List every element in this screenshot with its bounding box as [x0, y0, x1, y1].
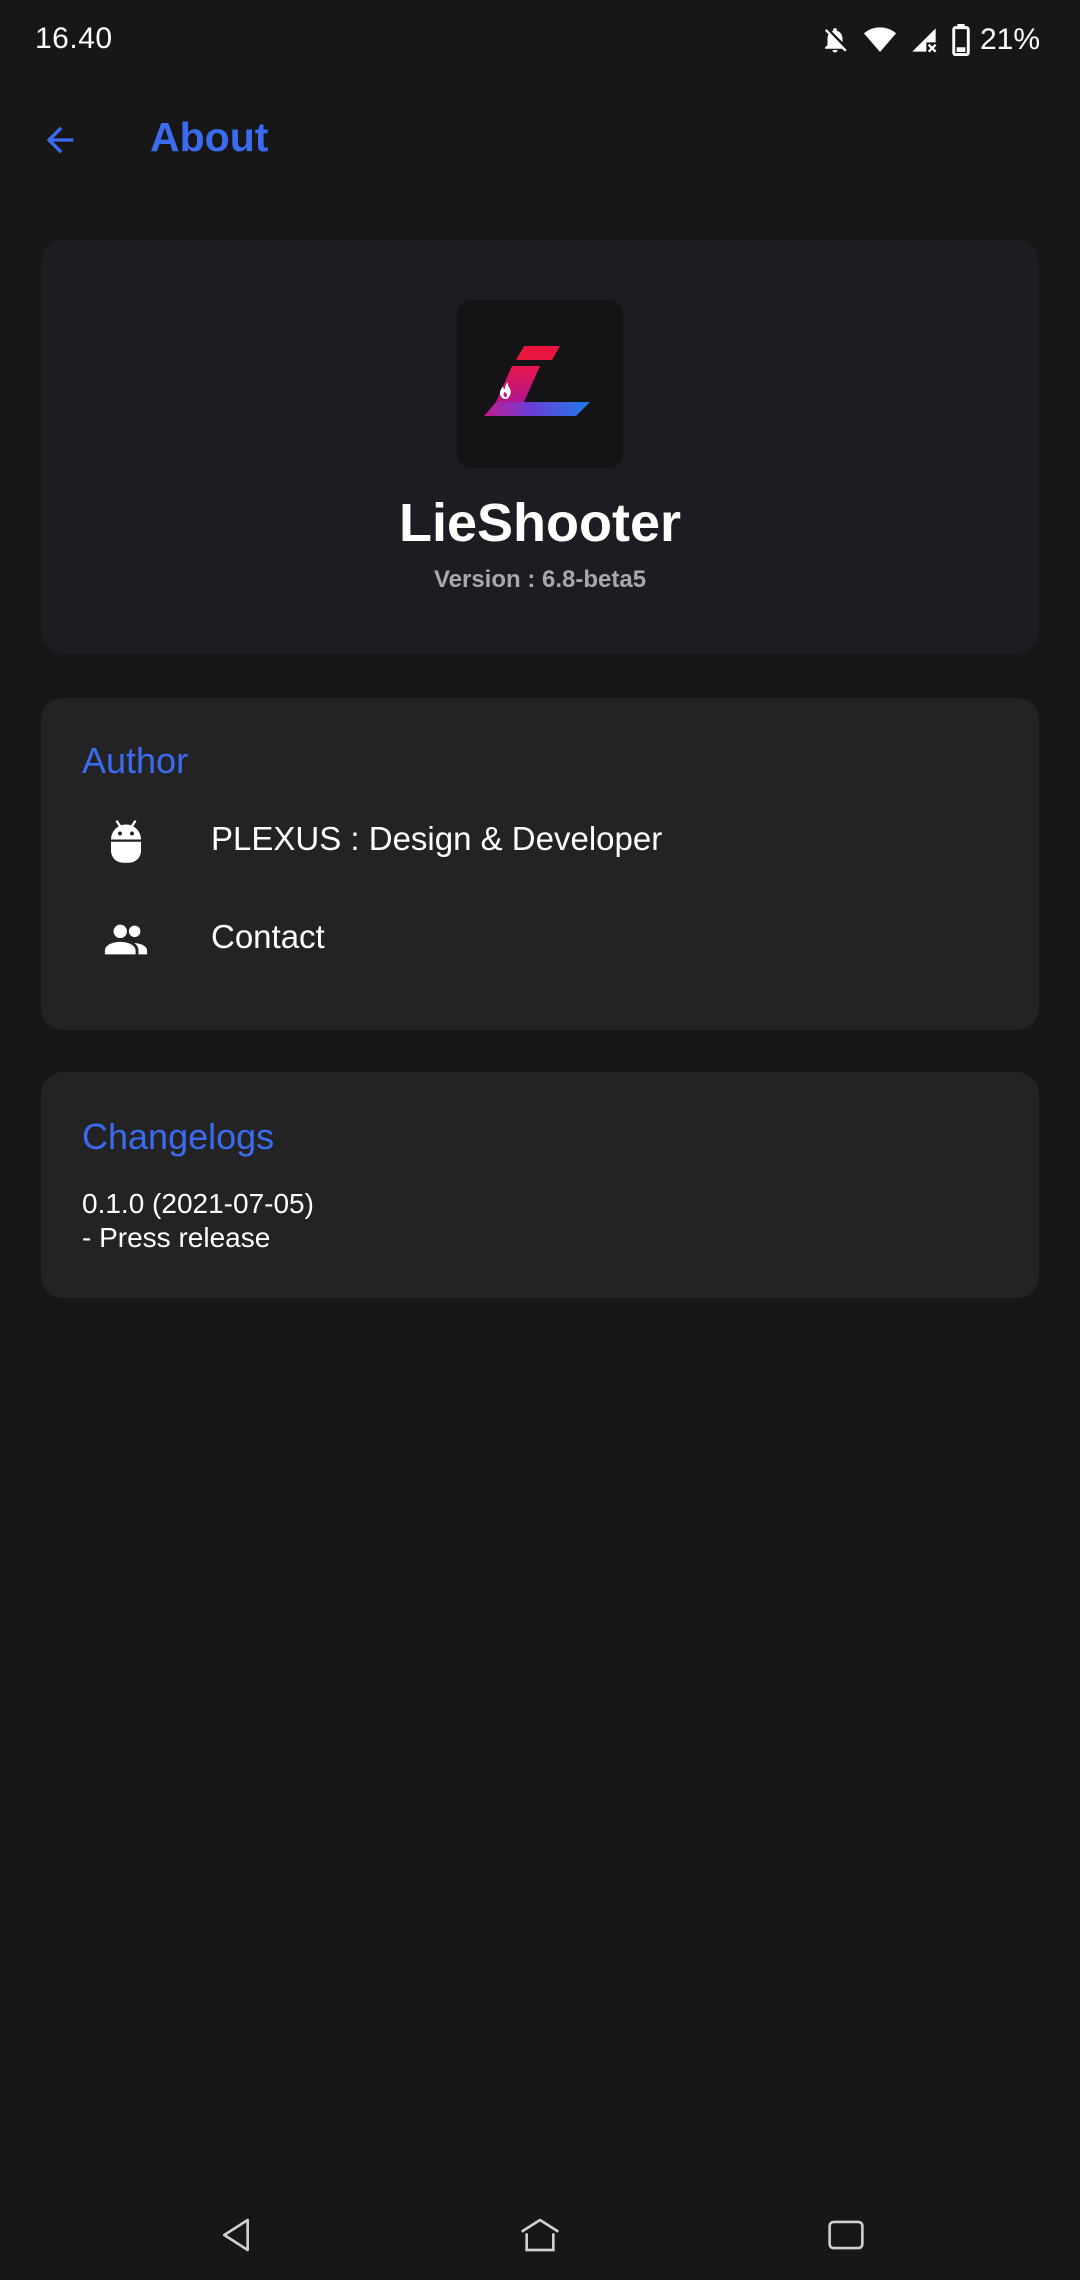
changelog-version: 0.1.0 (2021-07-05) — [82, 1188, 314, 1219]
author-section-title: Author — [82, 740, 189, 781]
arrow-back-icon — [46, 126, 74, 154]
nav-home-button[interactable] — [510, 2210, 570, 2260]
author-contact-item[interactable]: Contact — [41, 894, 1039, 984]
app-bar: About — [0, 100, 1080, 182]
status-bar: 16.40 21% — [0, 0, 1080, 80]
notifications-off-icon — [820, 24, 850, 56]
changelogs-card: Changelogs 0.1.0 (2021-07-05) - Press re… — [41, 1072, 1039, 1298]
changelogs-section-title: Changelogs — [82, 1116, 275, 1157]
author-developer-label: PLEXUS : Design & Developer — [211, 820, 663, 857]
author-contact-label: Contact — [211, 918, 325, 955]
wifi-icon — [863, 26, 896, 54]
nav-recents-icon — [828, 2220, 864, 2250]
about-screen: 16.40 21% About LieShooter Version: 6.8… — [0, 0, 1080, 2280]
back-button[interactable] — [30, 110, 90, 170]
nav-home-icon — [520, 2218, 560, 2252]
nav-back-button[interactable] — [206, 2210, 266, 2260]
battery-percentage: 21% — [979, 23, 1040, 56]
app-info-card: LieShooter Version : 6.8-beta5 — [41, 240, 1039, 654]
battery-icon — [952, 24, 970, 56]
page-title: About — [150, 114, 269, 160]
author-card: Author PLEXUS : Design & Developer Conta… — [41, 698, 1039, 1030]
app-logo — [457, 300, 623, 468]
app-version: Version : 6.8-beta5 — [433, 566, 647, 593]
author-developer-item[interactable]: PLEXUS : Design & Developer — [41, 796, 1039, 886]
nav-recents-button[interactable] — [816, 2210, 876, 2260]
people-icon — [103, 916, 149, 962]
changelog-entry: - Press release — [82, 1222, 271, 1253]
app-name: LieShooter — [398, 493, 682, 553]
nav-back-icon — [223, 2218, 249, 2252]
android-icon — [103, 818, 149, 864]
signal-icon — [910, 26, 938, 54]
status-time: 16.40 — [35, 22, 113, 55]
status-icons: 21% — [820, 18, 1040, 62]
system-nav-bar — [0, 2180, 1080, 2280]
lieshooter-logo-icon — [484, 346, 590, 416]
